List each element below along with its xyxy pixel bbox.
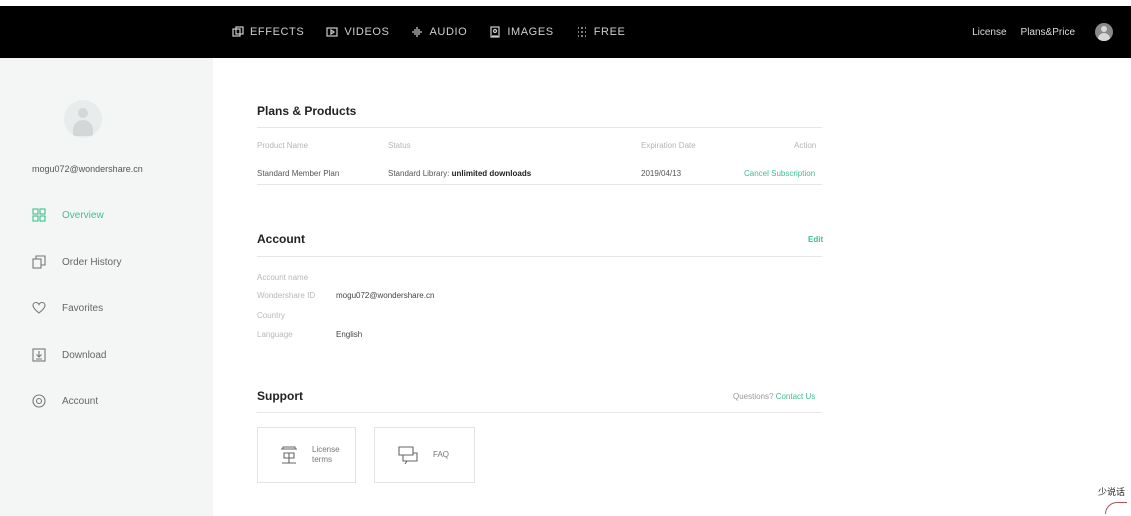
sidebar-item-label: Overview — [62, 209, 104, 221]
user-avatar-top[interactable] — [1095, 23, 1113, 41]
col-header-product: Product Name — [257, 141, 309, 150]
download-icon — [32, 348, 46, 362]
license-terms-card[interactable]: License terms — [257, 427, 356, 483]
video-icon — [326, 27, 338, 37]
nav-audio[interactable]: AUDIO — [411, 26, 467, 38]
plan-status-prefix: Standard Library: — [388, 169, 450, 178]
sidebar-item-label: Download — [62, 349, 107, 361]
license-link[interactable]: License — [972, 27, 1006, 38]
copy-icon — [32, 255, 46, 269]
account-section-title: Account — [257, 232, 305, 246]
main-nav: EFFECTS VIDEOS AUDIO IMAGES FREE — [232, 6, 647, 58]
account-icon — [32, 394, 46, 408]
plan-expiration: 2019/04/13 — [641, 169, 682, 178]
heart-icon — [32, 301, 46, 314]
nav-images[interactable]: IMAGES — [489, 26, 553, 38]
nav-videos[interactable]: VIDEOS — [326, 26, 389, 38]
edit-account-link[interactable]: Edit — [808, 235, 823, 244]
faq-card[interactable]: FAQ — [374, 427, 475, 483]
wondershare-id-value: mogu072@wondershare.cn — [336, 291, 435, 300]
sidebar-item-order-history[interactable]: Order History — [32, 255, 121, 269]
country-label: Country — [257, 311, 286, 320]
cancel-subscription-link[interactable]: Cancel Subscription — [744, 169, 815, 178]
watermark: 少说话 — [1097, 487, 1125, 497]
plans-divider — [257, 127, 822, 128]
nav-free[interactable]: FREE — [576, 26, 626, 38]
nav-effects[interactable]: EFFECTS — [232, 26, 304, 38]
plans-row-divider — [257, 184, 822, 185]
license-terms-label: License terms — [312, 445, 340, 465]
col-header-action: Action — [794, 141, 817, 150]
top-navigation-bar: EFFECTS VIDEOS AUDIO IMAGES FREE License… — [0, 6, 1131, 58]
image-icon — [490, 26, 500, 38]
nav-effects-label: EFFECTS — [250, 26, 305, 38]
sidebar-item-account[interactable]: Account — [32, 394, 98, 408]
wondershare-id-label: Wondershare ID — [257, 291, 316, 300]
plan-product-name: Standard Member Plan — [257, 169, 340, 178]
nav-free-label: FREE — [593, 26, 626, 38]
contact-us-link[interactable]: Contact Us — [776, 392, 816, 401]
free-icon — [577, 27, 586, 37]
col-header-expiration: Expiration Date — [641, 141, 696, 150]
support-divider — [257, 412, 822, 413]
top-right-links: License Plans&Price — [972, 6, 1113, 58]
sidebar-item-overview[interactable]: Overview — [32, 208, 104, 222]
col-header-status: Status — [388, 141, 411, 150]
effects-icon — [232, 26, 244, 37]
audio-icon — [412, 27, 423, 37]
license-terms-line1: License — [312, 445, 340, 454]
user-avatar — [64, 100, 102, 138]
sidebar-item-download[interactable]: Download — [32, 348, 106, 362]
sidebar: mogu072@wondershare.cn Overview Order Hi… — [0, 58, 213, 516]
plans-section-title: Plans & Products — [257, 104, 357, 118]
plan-status: Standard Library: unlimited downloads — [388, 169, 531, 178]
language-label: Language — [257, 330, 293, 339]
account-name-label: Account name — [257, 273, 309, 282]
user-email: mogu072@wondershare.cn — [32, 164, 143, 174]
support-section-title: Support — [257, 389, 303, 403]
plans-price-link[interactable]: Plans&Price — [1021, 27, 1075, 38]
faq-label: FAQ — [433, 450, 450, 459]
license-terms-line2: terms — [312, 455, 332, 464]
watermark-decoration — [1105, 502, 1127, 514]
language-value: English — [336, 330, 363, 339]
plan-status-bold: unlimited downloads — [451, 169, 532, 178]
nav-images-label: IMAGES — [507, 26, 554, 38]
license-icon — [281, 446, 297, 464]
nav-audio-label: AUDIO — [429, 26, 468, 38]
sidebar-item-label: Favorites — [62, 302, 104, 314]
nav-videos-label: VIDEOS — [344, 26, 390, 38]
support-question-text: Questions? — [733, 392, 774, 401]
account-divider — [257, 256, 822, 257]
sidebar-item-label: Order History — [62, 256, 122, 268]
grid-icon — [32, 208, 46, 222]
sidebar-item-favorites[interactable]: Favorites — [32, 301, 103, 315]
sidebar-item-label: Account — [62, 395, 99, 407]
faq-icon — [398, 446, 418, 465]
support-question: Questions? Contact Us — [733, 392, 815, 401]
